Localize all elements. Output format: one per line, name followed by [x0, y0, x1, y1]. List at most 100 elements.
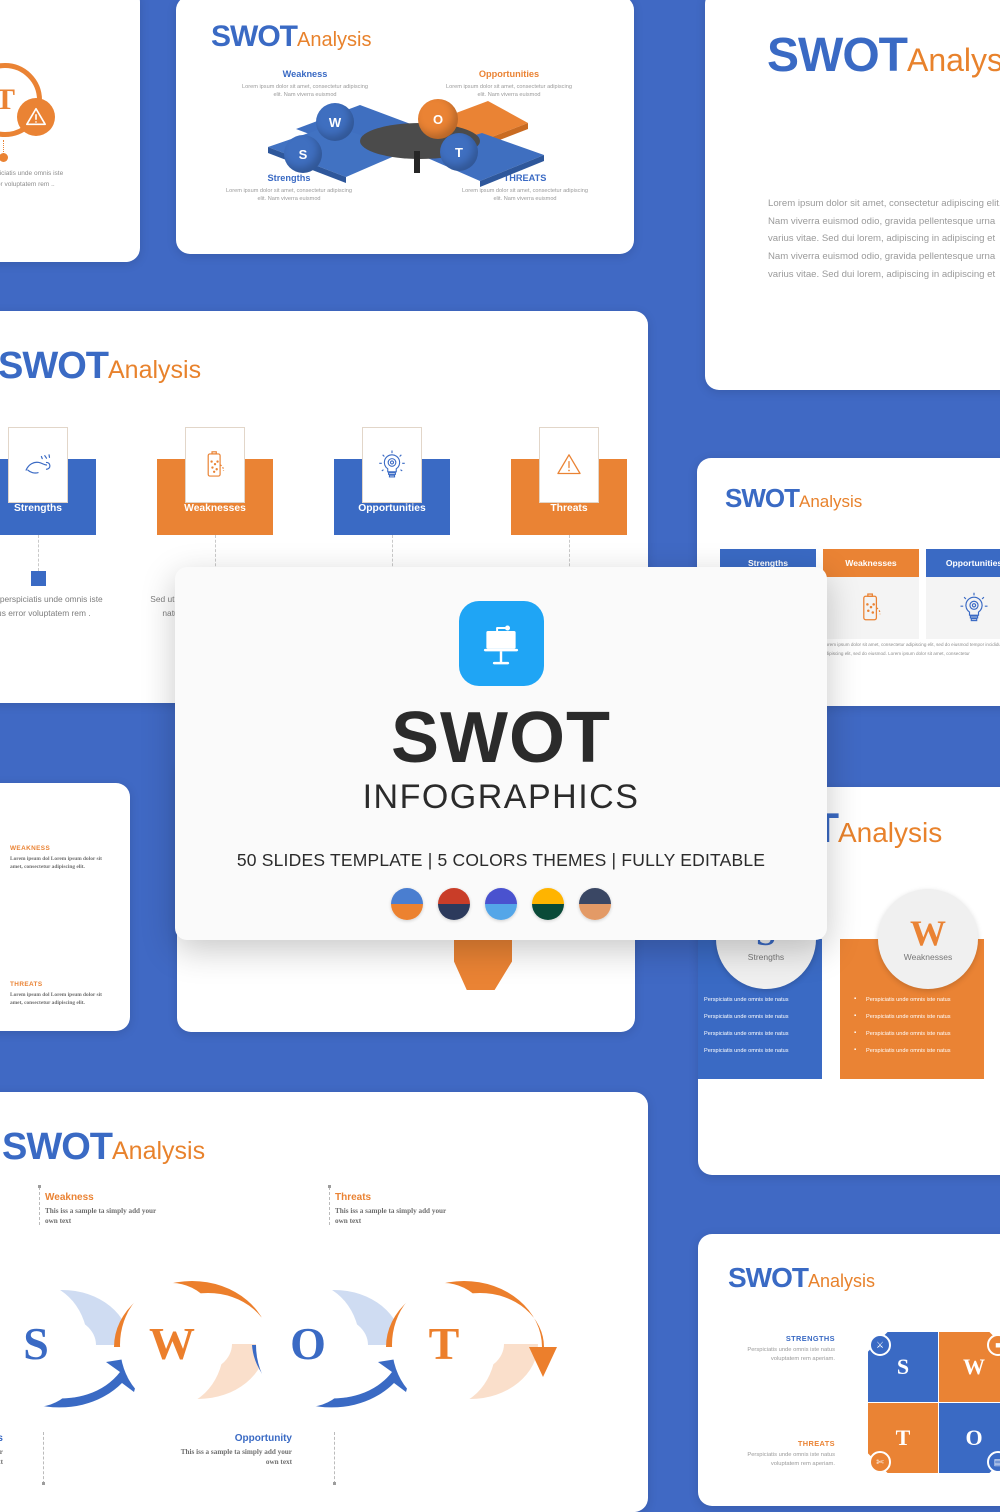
caption-title: Opportunity — [234, 1433, 292, 1444]
petal-letter: W — [963, 1354, 985, 1379]
connector-line — [329, 1187, 330, 1225]
text-block-threats: THREATS Perspiciatis unde omnis iste nat… — [730, 1439, 835, 1469]
pillar-opportunities[interactable]: Opportunities Sed ut perspiciatis unde o… — [327, 427, 457, 618]
slide-swot-loop-arrows[interactable]: S W O T Analysis S W O T Weakness This iss a… — [0, 1092, 648, 1512]
text-block-threats: THREATS Lorem ipsum dol Lorem ipsum dolo… — [10, 981, 116, 1008]
theme-swatch-red-navy[interactable] — [438, 888, 470, 920]
block-body: Perspiciatis unde omnis iste natus volup… — [747, 1452, 835, 1467]
svg-text:S: S — [23, 1318, 49, 1369]
connector-dot — [42, 1482, 45, 1485]
body-paragraph: Lorem ipsum dolor sit amet, consectetur … — [768, 198, 1000, 280]
page-title: SWOTAnalysis — [2, 1128, 205, 1166]
pillar-label: Opportunities — [358, 503, 426, 514]
pillar-label: Threats — [550, 503, 588, 514]
list-item: Perspiciatis unde omnis iste natus — [854, 1045, 970, 1056]
list-item: Perspiciatis unde omnis iste natus — [854, 1028, 970, 1039]
list-item: Perspiciatis unde omnis iste natus — [698, 1046, 808, 1056]
caption-body: This iss a sample ta simply add your own… — [45, 1207, 157, 1226]
quadrant-title: Weakness — [282, 69, 328, 79]
hero-title: SWOT — [391, 698, 611, 778]
block-body: Lorem ipsum dol Lorem ipsum dolor sit am… — [10, 992, 102, 1007]
lightbulb-gear-icon — [926, 577, 1000, 639]
slide-swot-petals[interactable]: SWOTAnalysis STRENGTHS Perspiciatis unde… — [698, 1234, 1000, 1506]
title-analysis: Analysis — [837, 817, 943, 848]
block-heading: WEAKNESS — [10, 845, 51, 852]
column-name: Strengths — [747, 952, 785, 963]
caption-body: This iss a sample ta simply add your own… — [0, 1448, 3, 1467]
table-column-opportunities[interactable]: Opportunities — [926, 549, 1000, 639]
list-item: Perspiciatis unde omnis iste natus — [854, 1011, 970, 1022]
bullet-list: Perspiciatis unde omnis iste natus Persp… — [698, 995, 808, 1056]
block-heading: THREATS — [797, 1439, 835, 1448]
slide-3d-swot-platform[interactable]: SWOTAnalysis Weakness Lorem ipsum dolor … — [176, 0, 634, 254]
threat-letter: T — [0, 83, 15, 116]
connector-line — [215, 535, 216, 571]
block-body: Lorem ipsum dol Lorem ipsum dolor sit am… — [10, 856, 102, 871]
pillar-threats[interactable]: Threats Sed ut perspiciatis unde omnis i… — [504, 427, 634, 618]
title-swot: SWOT — [728, 1262, 809, 1293]
list-item: Perspiciatis unde omnis iste natus — [854, 994, 970, 1005]
title-analysis: Analysis — [906, 42, 1000, 78]
pillar-strengths[interactable]: Strengths Sed ut perspiciatis unde omnis… — [0, 427, 103, 618]
column-letter-circle: W Weaknesses — [878, 889, 978, 989]
petal-letter: O — [965, 1425, 983, 1450]
caption-title: Strengths — [0, 1433, 3, 1444]
connector-line — [334, 1432, 335, 1484]
bullet-list: Perspiciatis unde omnis iste natus Persp… — [854, 994, 970, 1056]
slide-text-intro[interactable]: SWOTAnalysis Lorem ipsum dolor sit amet,… — [705, 0, 1000, 390]
column-weaknesses[interactable]: Perspiciatis unde omnis iste natus Persp… — [840, 889, 984, 1080]
column-strengths[interactable]: Perspiciatis unde omnis iste natus Persp… — [698, 889, 822, 1080]
block-body: Perspiciatis unde omnis iste natus volup… — [747, 1347, 835, 1362]
title-analysis: Analysis — [808, 1271, 876, 1291]
title-swot: SWOT — [0, 345, 109, 387]
svg-text:W: W — [149, 1318, 195, 1369]
bubble-s: S — [284, 135, 322, 173]
pillar-weaknesses[interactable]: Weaknesses Sed ut perspiciatis unde omni… — [150, 427, 280, 618]
connector-dot — [38, 1185, 41, 1188]
keynote-app-icon — [458, 601, 544, 686]
connector-dot — [0, 153, 8, 162]
loop-arrows-graphic: S W O T — [0, 1237, 594, 1457]
list-item: Perspiciatis unde omnis iste natus — [698, 1012, 808, 1022]
keynote-glyph — [483, 624, 519, 664]
list-item: Perspiciatis unde omnis iste natus — [698, 995, 808, 1005]
pillar-label: Weaknesses — [184, 503, 246, 514]
hero-card[interactable]: SWOT INFOGRAPHICS 50 SLIDES TEMPLATE | 5… — [175, 567, 827, 940]
page-title: SWOTAnalysis — [728, 1264, 875, 1292]
connector-line — [3, 140, 4, 154]
connector-dot — [333, 1482, 336, 1485]
theme-swatch-blue-orange[interactable] — [391, 888, 423, 920]
table-note: Lorem ipsum dolor sit amet, consectetur … — [823, 642, 1000, 656]
svg-text:T: T — [429, 1318, 460, 1369]
page-title: SWOTAnalysis — [767, 32, 1000, 80]
connector-line — [392, 535, 393, 571]
text-block-weakness: WEAKNESS Lorem ipsum dol Lorem ipsum dol… — [10, 845, 116, 872]
caption-weakness: Weakness This iss a sample ta simply add… — [45, 1192, 169, 1227]
column-header: Weaknesses — [823, 549, 919, 577]
connector-line — [569, 535, 570, 571]
slide-weakness-threats-text[interactable]: WEAKNESS Lorem ipsum dol Lorem ipsum dol… — [0, 783, 130, 1031]
theme-swatch-indigo-skyblue[interactable] — [485, 888, 517, 920]
pillar-body: Sed ut perspiciatis unde omnis iste natu… — [0, 594, 103, 618]
leaking-battery-icon — [823, 577, 919, 639]
hero-tagline: 50 SLIDES TEMPLATE | 5 COLORS THEMES | F… — [236, 850, 766, 870]
medal-icon: ⚔ — [869, 1334, 891, 1356]
slide-threat-badge[interactable]: T Sed ut perspiciatis unde omnis iste na… — [0, 0, 140, 262]
connector-square — [31, 571, 46, 586]
text-block-strengths: STRENGTHS Perspiciatis unde omnis iste n… — [730, 1334, 835, 1364]
title-analysis: Analysis — [799, 492, 863, 511]
hero-subtitle: INFOGRAPHICS — [362, 778, 640, 816]
title-swot: SWOT — [211, 20, 298, 53]
caption-body: This iss a sample ta simply add your own… — [335, 1207, 447, 1226]
theme-swatch-yellow-green[interactable] — [532, 888, 564, 920]
title-analysis: Analysis — [107, 356, 202, 384]
column-letter: W — [910, 912, 946, 953]
svg-text:O: O — [290, 1318, 326, 1369]
block-heading: STRENGTHS — [785, 1334, 835, 1343]
caption-threats: Threats This iss a sample ta simply add … — [335, 1192, 459, 1227]
theme-swatch-navy-peach[interactable] — [579, 888, 611, 920]
title-analysis: Analysis — [111, 1137, 206, 1165]
table-column-weaknesses[interactable]: Weaknesses — [823, 549, 919, 639]
page-title: SWOTAnalysis — [725, 485, 862, 511]
page-title: SWOTAnalysis — [211, 22, 371, 52]
